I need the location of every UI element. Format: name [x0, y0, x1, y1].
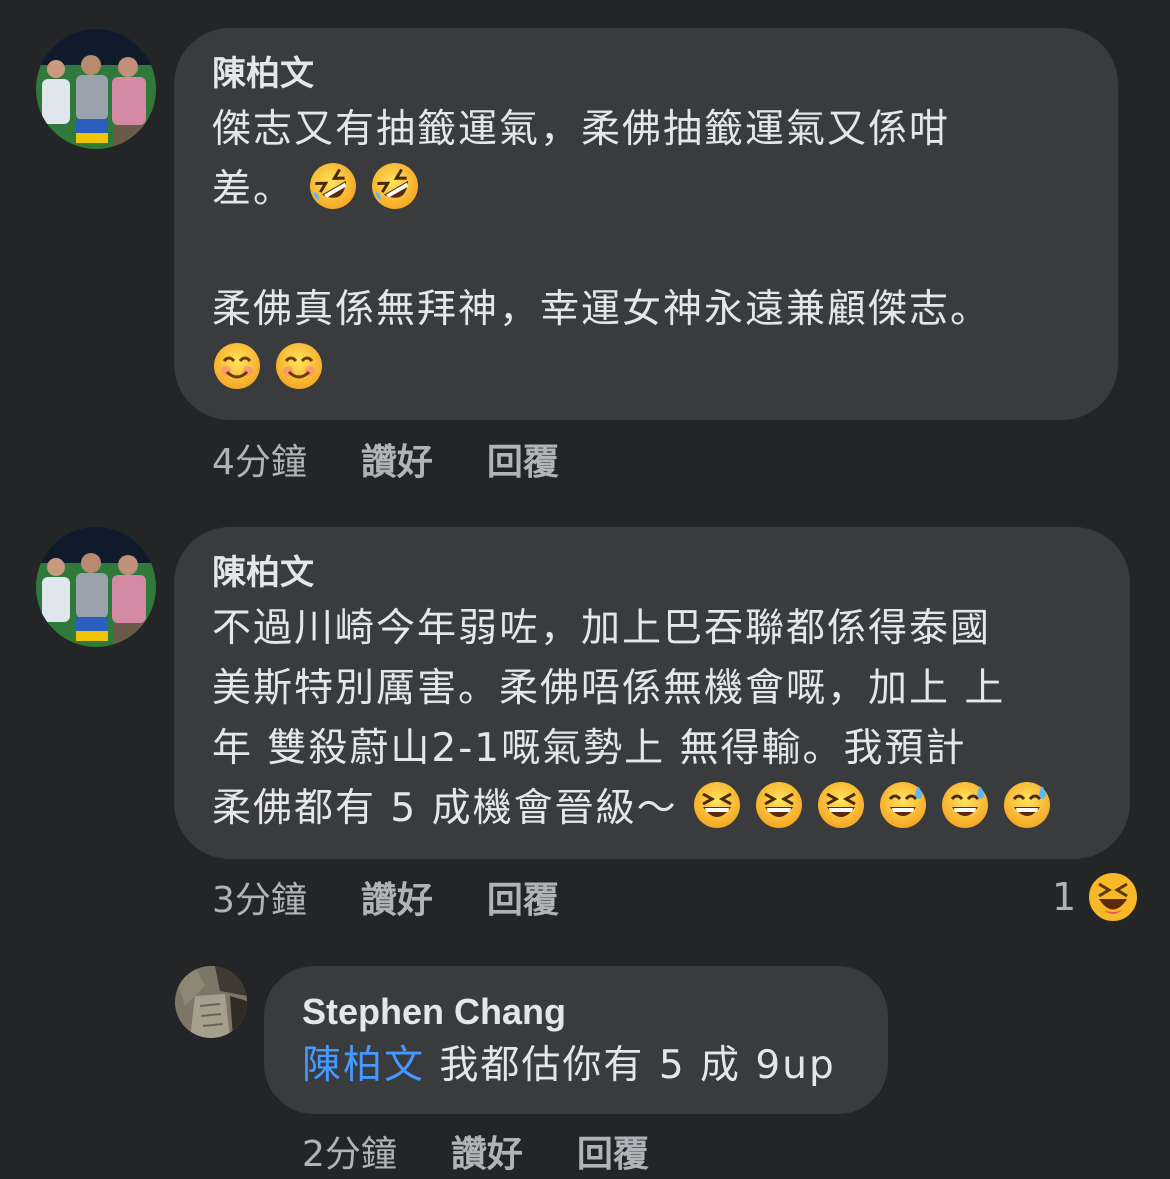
comment-line: 不過川崎今年弱咗，加上巴吞聯都係得泰國	[212, 606, 992, 651]
comment-line: 美斯特別厲害。柔佛唔係無機會嘅，加上 上	[212, 666, 1006, 711]
like-button[interactable]: 讚好	[451, 1125, 523, 1177]
reply-button[interactable]: 回覆	[487, 871, 559, 923]
comment-line: 傑志又有抽籤運氣，柔佛抽籤運氣又係咁	[212, 107, 951, 152]
comment-line-text: 柔佛都有 5 成機會晉級～	[212, 786, 678, 831]
mention-link[interactable]: 陳柏文	[302, 1043, 425, 1088]
comment-text: 不過川崎今年弱咗，加上巴吞聯都係得泰國 美斯特別厲害。柔佛唔係無機會嘅，加上 上…	[212, 599, 1100, 839]
comment-author[interactable]: 陳柏文	[212, 54, 1082, 94]
comment-line: 年 雙殺蔚山2-1嘅氣勢上 無得輸。我預計	[212, 726, 967, 771]
reply-line-text: 我都估你有 5 成 9up	[439, 1043, 836, 1088]
grinning-squinting-face-emoji-icon	[754, 780, 804, 830]
comment-bubble: 陳柏文 不過川崎今年弱咗，加上巴吞聯都係得泰國 美斯特別厲害。柔佛唔係無機會嘅，…	[174, 527, 1130, 859]
like-button[interactable]: 讚好	[361, 871, 433, 923]
reply-actions: 2分鐘 讚好 回覆	[302, 1126, 649, 1176]
comment-line-text: 差。	[212, 167, 295, 212]
comment-actions: 3分鐘 讚好 回覆	[212, 872, 559, 922]
comment-bubble: 陳柏文 傑志又有抽籤運氣，柔佛抽籤運氣又係咁 差。 柔佛真係無拜神，幸運女神永遠…	[174, 28, 1118, 420]
smiling-face-emoji-icon	[212, 341, 262, 391]
comment-timestamp[interactable]: 3分鐘	[212, 871, 307, 923]
rolling-on-floor-laughing-emoji-icon	[308, 161, 358, 211]
comment-timestamp[interactable]: 4分鐘	[212, 433, 307, 485]
reaction-count: 1	[1052, 875, 1077, 919]
grinning-face-with-sweat-emoji-icon	[1002, 780, 1052, 830]
comment-actions: 4分鐘 讚好 回覆	[212, 434, 559, 484]
comment-line-with-emoji: 差。	[212, 160, 1082, 220]
reply-author[interactable]: Stephen Chang	[302, 992, 852, 1032]
commenter-avatar[interactable]	[36, 29, 156, 149]
smiling-face-emoji-icon	[274, 341, 324, 391]
like-button[interactable]: 讚好	[361, 433, 433, 485]
reply-timestamp[interactable]: 2分鐘	[302, 1125, 397, 1177]
grinning-face-with-sweat-emoji-icon	[878, 780, 928, 830]
replier-avatar[interactable]	[175, 966, 247, 1038]
emoji-line	[212, 340, 1082, 400]
reaction-summary[interactable]: 1	[1052, 870, 1140, 924]
comment-line-with-emoji: 柔佛都有 5 成機會晉級～	[212, 779, 1100, 839]
grinning-squinting-face-emoji-icon	[692, 780, 742, 830]
grinning-squinting-face-emoji-icon	[816, 780, 866, 830]
reply-button[interactable]: 回覆	[577, 1125, 649, 1177]
reply-line: 陳柏文 我都估你有 5 成 9up	[302, 1036, 852, 1096]
reply-bubble: Stephen Chang 陳柏文 我都估你有 5 成 9up	[264, 966, 888, 1114]
haha-reaction-icon	[1087, 871, 1140, 923]
comment-line: 柔佛真係無拜神，幸運女神永遠兼顧傑志。	[212, 287, 992, 332]
comment-author[interactable]: 陳柏文	[212, 553, 1100, 593]
grinning-face-with-sweat-emoji-icon	[940, 780, 990, 830]
comment-text: 傑志又有抽籤運氣，柔佛抽籤運氣又係咁 差。 柔佛真係無拜神，幸運女神永遠兼顧傑志…	[212, 100, 1082, 400]
rolling-on-floor-laughing-emoji-icon	[370, 161, 420, 211]
reply-text: 陳柏文 我都估你有 5 成 9up	[302, 1036, 852, 1096]
commenter-avatar[interactable]	[36, 527, 156, 647]
reply-button[interactable]: 回覆	[487, 433, 559, 485]
